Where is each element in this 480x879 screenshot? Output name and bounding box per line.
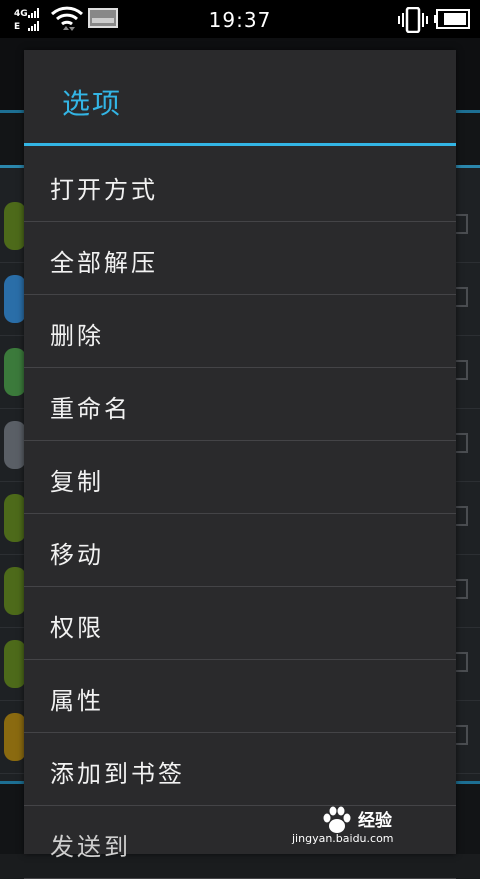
menu-item-properties[interactable]: 属性	[24, 660, 456, 733]
watermark-url: jingyan.baidu.com	[292, 832, 394, 845]
app-icon	[4, 275, 26, 323]
dialog-title: 选项	[62, 87, 123, 120]
menu-item-move[interactable]: 移动	[24, 514, 456, 587]
menu-item-copy[interactable]: 复制	[24, 441, 456, 514]
menu-item-label: 发送到	[50, 833, 131, 861]
options-dialog: 选项 打开方式 全部解压 删除 重命名 复制 移动 权限 属性 添加到书签 发送…	[24, 50, 456, 879]
dialog-title-bar: 选项	[24, 50, 456, 146]
vibrate-icon	[398, 7, 428, 33]
app-icon	[4, 348, 26, 396]
menu-item-label: 重命名	[50, 395, 131, 423]
menu-item-label: 添加到书签	[50, 760, 185, 788]
status-bar: 4G E 19:37	[0, 0, 480, 38]
android-icon	[4, 202, 26, 250]
gear-icon	[4, 421, 26, 469]
menu-item-extract-all[interactable]: 全部解压	[24, 222, 456, 295]
android-icon	[4, 494, 26, 542]
battery-icon	[434, 9, 470, 29]
android-icon	[4, 567, 26, 615]
android-icon	[4, 640, 26, 688]
menu-item-open-with[interactable]: 打开方式	[24, 149, 456, 222]
menu-item-rename[interactable]: 重命名	[24, 368, 456, 441]
app-icon	[4, 713, 26, 761]
menu-item-delete[interactable]: 删除	[24, 295, 456, 368]
menu-item-label: 复制	[50, 468, 104, 496]
menu-item-label: 属性	[50, 687, 104, 715]
watermark-brand: 经验	[358, 811, 392, 831]
options-menu: 打开方式 全部解压 删除 重命名 复制 移动 权限 属性 添加到书签 发送到	[24, 149, 456, 879]
menu-item-label: 删除	[50, 322, 104, 350]
menu-item-label: 权限	[50, 614, 104, 642]
baidu-watermark: 经验 jingyan.baidu.com	[292, 802, 452, 848]
menu-item-permissions[interactable]: 权限	[24, 587, 456, 660]
menu-item-label: 全部解压	[50, 249, 158, 277]
menu-item-add-bookmark[interactable]: 添加到书签	[24, 733, 456, 806]
menu-item-label: 打开方式	[50, 176, 158, 204]
menu-item-label: 移动	[50, 541, 104, 569]
